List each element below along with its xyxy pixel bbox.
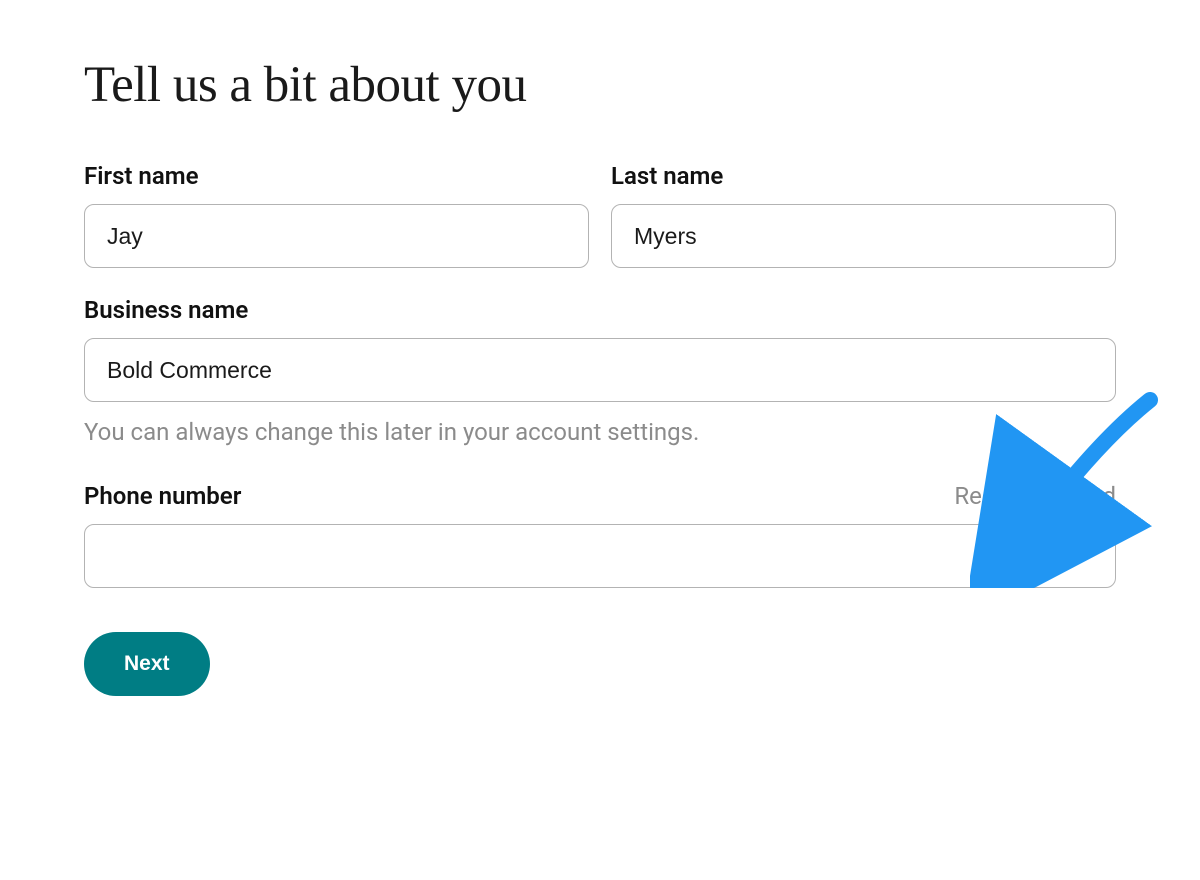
phone-input[interactable]	[84, 524, 1116, 588]
last-name-field: Last name	[611, 162, 1116, 268]
first-name-label: First name	[84, 162, 589, 190]
name-row: First name Last name	[84, 162, 1116, 268]
next-button-label: Next	[124, 652, 170, 676]
last-name-label: Last name	[611, 162, 1116, 190]
page-title: Tell us a bit about you	[84, 56, 1116, 114]
phone-label-row: Phone number Recommended	[84, 482, 1116, 510]
first-name-input[interactable]	[84, 204, 589, 268]
last-name-input[interactable]	[611, 204, 1116, 268]
business-name-input[interactable]	[84, 338, 1116, 402]
onboarding-form: Tell us a bit about you First name Last …	[0, 0, 1200, 696]
first-name-field: First name	[84, 162, 589, 268]
business-name-label: Business name	[84, 296, 1116, 324]
next-button[interactable]: Next	[84, 632, 210, 696]
phone-field: Phone number Recommended	[84, 482, 1116, 588]
business-name-helper: You can always change this later in your…	[84, 418, 1116, 446]
phone-label: Phone number	[84, 482, 241, 510]
phone-recommended-hint: Recommended	[954, 482, 1116, 510]
business-name-field: Business name You can always change this…	[84, 296, 1116, 482]
